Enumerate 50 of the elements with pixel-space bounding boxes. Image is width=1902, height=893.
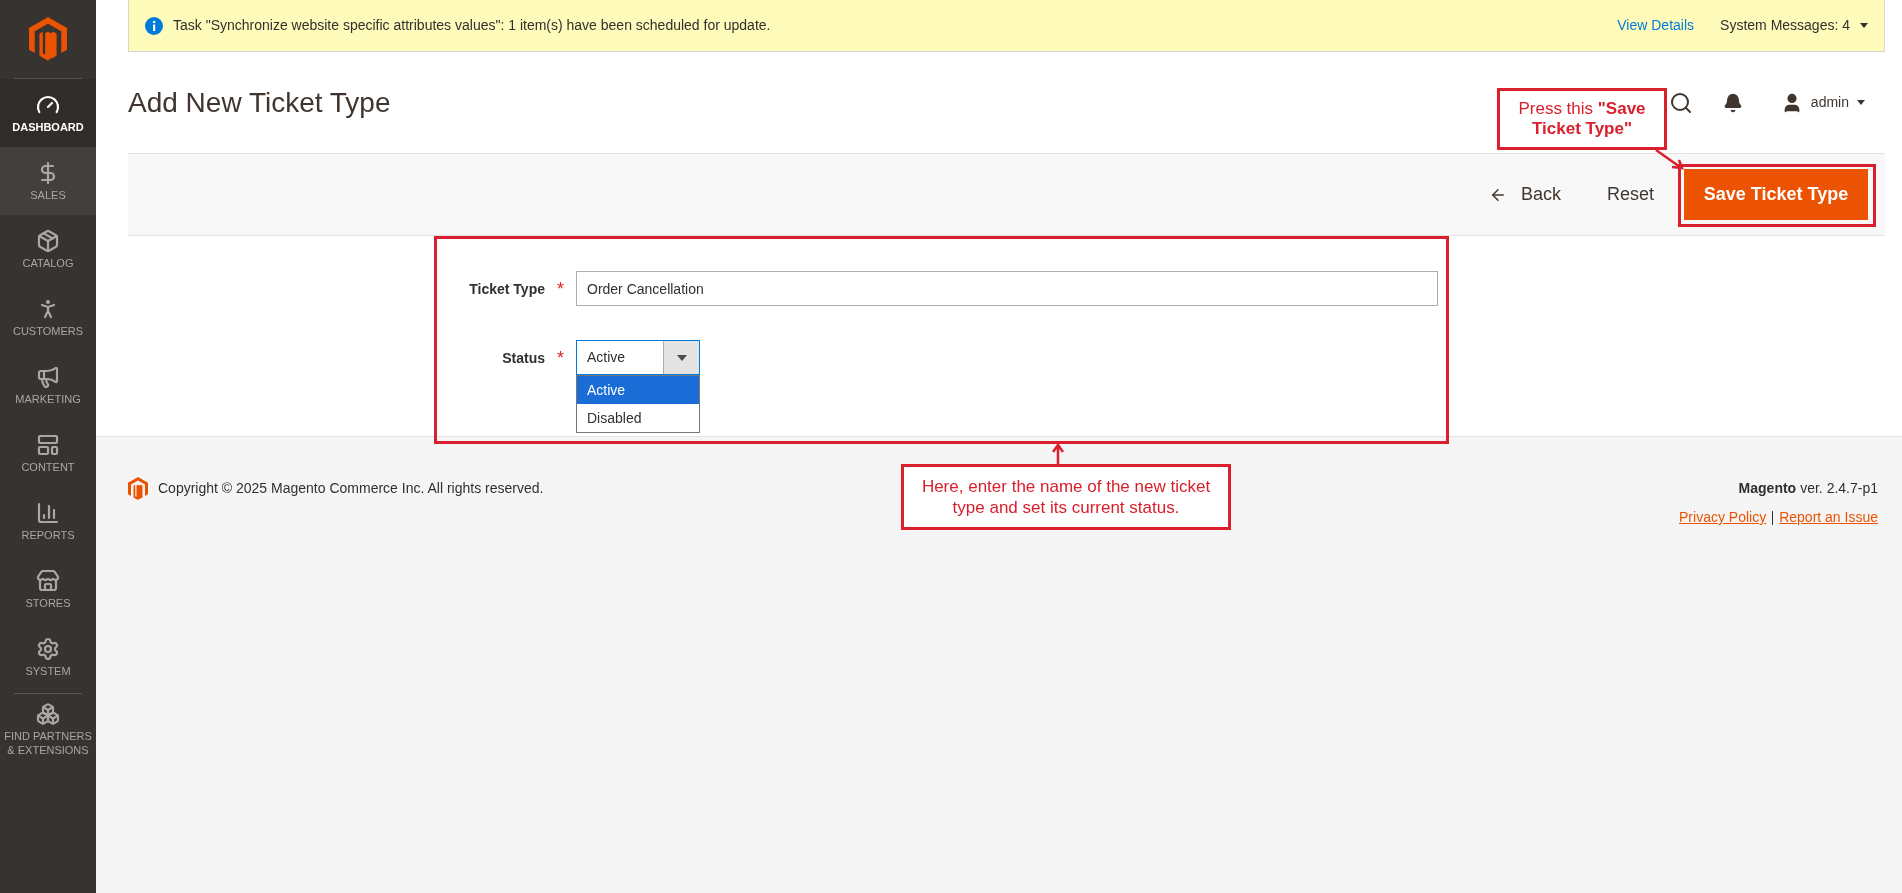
blocks-icon <box>36 702 60 726</box>
view-details-link[interactable]: View Details <box>1617 15 1695 36</box>
sidebar-item[interactable]: DASHBOARD <box>0 79 96 147</box>
box-icon <box>36 228 60 253</box>
search-icon[interactable] <box>1668 90 1693 115</box>
leader-arrow <box>1051 443 1065 465</box>
leader-arrow <box>1654 148 1686 172</box>
required-mark: * <box>557 347 564 370</box>
footer-logo-icon <box>128 476 148 500</box>
dropdown-option[interactable]: Disabled <box>577 404 699 432</box>
required-mark: * <box>557 278 564 301</box>
layout-icon <box>36 432 60 457</box>
sidebar-item[interactable]: REPORTS <box>0 487 96 555</box>
logo-icon <box>29 17 67 61</box>
caret-icon <box>1860 23 1868 28</box>
sidebar-item[interactable]: CUSTOMERS <box>0 283 96 351</box>
callout-box: Here, enter the name of the new ticket type and set its current status. <box>901 464 1231 530</box>
user-menu[interactable]: admin <box>1810 92 1865 113</box>
megaphone-icon <box>36 364 60 389</box>
caret-icon <box>1857 100 1865 105</box>
page-title: Add New Ticket Type <box>128 85 391 120</box>
footer-link[interactable]: Report an Issue <box>1779 507 1878 528</box>
notice-message: Task "Synchronize website specific attributes values": 1 item(s) have been scheduled for update. <box>173 16 771 35</box>
sidebar-item[interactable]: SYSTEM <box>0 623 96 691</box>
reset-button[interactable]: Reset <box>1596 172 1664 217</box>
dropdown-option[interactable]: Active <box>577 376 699 404</box>
save-button[interactable]: Save Ticket Type <box>1684 169 1868 220</box>
sidebar-item[interactable]: CONTENT <box>0 419 96 487</box>
copyright-text: Copyright © 2025 Magento Commerce Inc. All rights reserved. <box>158 478 544 498</box>
caret-icon <box>676 354 687 361</box>
settings-icon <box>36 636 60 661</box>
bell-icon[interactable] <box>1722 92 1743 113</box>
field-label: Ticket Type <box>468 280 545 299</box>
sidebar-item[interactable]: MARKETING <box>0 351 96 419</box>
status-select[interactable]: Active <box>576 340 700 375</box>
sidebar-item[interactable]: STORES <box>0 555 96 623</box>
sidebar-item[interactable]: SALES <box>0 147 96 215</box>
brand-name: Magento <box>1738 478 1797 498</box>
bar-chart-icon <box>36 500 60 525</box>
version-text: ver. 2.4.7-p1 <box>1800 478 1878 498</box>
info-icon <box>145 16 163 35</box>
callout-box: Press this "Save Ticket Type" <box>1497 88 1667 150</box>
back-button[interactable]: Back <box>1478 172 1571 217</box>
footer-link[interactable]: Privacy Policy <box>1679 507 1767 528</box>
sidebar-item[interactable]: CATALOG <box>0 215 96 283</box>
store-icon <box>36 568 60 593</box>
system-messages-toggle[interactable]: System Messages: 4 <box>1720 15 1868 36</box>
sidebar-item[interactable]: FIND PARTNERS & EXTENSIONS <box>0 694 96 765</box>
ticket-type-field[interactable]: Order Cancellation <box>576 271 1438 306</box>
field-label: Status <box>501 349 545 368</box>
